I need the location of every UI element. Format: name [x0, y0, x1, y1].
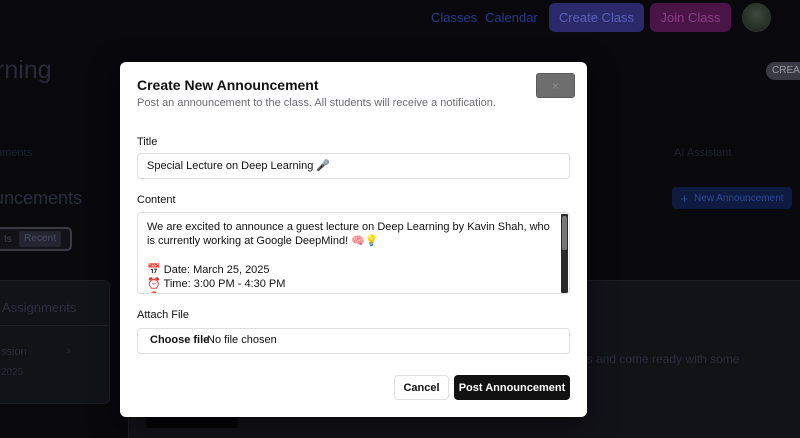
content-scrollbar[interactable] [561, 214, 568, 293]
title-input[interactable]: Special Lecture on Deep Learning 🎤 [137, 153, 570, 179]
assignment-item-date: 2025 [1, 367, 24, 378]
nav-classes-link[interactable]: Classes [431, 10, 477, 25]
create-class-button[interactable]: Create Class [549, 3, 644, 32]
filter-option-recent[interactable]: Recent [19, 231, 61, 247]
announcements-heading: uncements [0, 188, 83, 208]
filter-toggle: ts Recent [0, 227, 72, 251]
divider [0, 325, 109, 326]
dialog-subtitle: Post an announcement to the class. All s… [137, 97, 496, 109]
dialog-title: Create New Announcement [137, 77, 319, 93]
post-announcement-button[interactable]: Post Announcement [454, 375, 570, 400]
title-label: Title [137, 136, 158, 148]
content-label: Content [137, 194, 176, 206]
close-icon: × [551, 78, 559, 93]
choose-file-button[interactable]: Choose file [150, 334, 209, 346]
attach-file-label: Attach File [137, 309, 189, 321]
scrollbar-thumb[interactable] [562, 216, 567, 250]
assignments-card-title: Assignments [2, 300, 77, 315]
assignments-card: Assignments ssion › 2025 [0, 280, 110, 404]
close-button[interactable]: × [536, 73, 575, 98]
assignment-item-title[interactable]: ssion [1, 346, 27, 358]
announcement-card-text: ns and come ready with some [580, 352, 740, 366]
new-announcement-label: New Announcement [694, 192, 784, 204]
create-pill[interactable]: CREA [766, 62, 800, 80]
join-class-button[interactable]: Join Class [650, 3, 731, 32]
tab-ai-assistant[interactable]: AI Assistant [674, 147, 731, 159]
tab-assignments[interactable]: nments [0, 147, 32, 159]
chevron-right-icon[interactable]: › [67, 345, 71, 357]
filter-option-all[interactable]: ts [4, 234, 12, 245]
plus-icon: + [680, 190, 689, 206]
user-avatar[interactable] [742, 3, 771, 32]
page-title: rning [0, 56, 52, 84]
top-navbar: Classes Calendar Create Class Join Class [0, 0, 800, 36]
content-textarea[interactable]: We are excited to announce a guest lectu… [137, 212, 570, 294]
cancel-button[interactable]: Cancel [394, 375, 449, 400]
content-text: We are excited to announce a guest lectu… [147, 221, 550, 293]
file-status: No file chosen [207, 334, 277, 346]
nav-calendar-link[interactable]: Calendar [485, 10, 538, 25]
file-input[interactable]: Choose file No file chosen [137, 328, 570, 354]
new-announcement-button[interactable]: + New Announcement [672, 187, 792, 209]
create-announcement-dialog: Create New Announcement Post an announce… [120, 62, 587, 417]
